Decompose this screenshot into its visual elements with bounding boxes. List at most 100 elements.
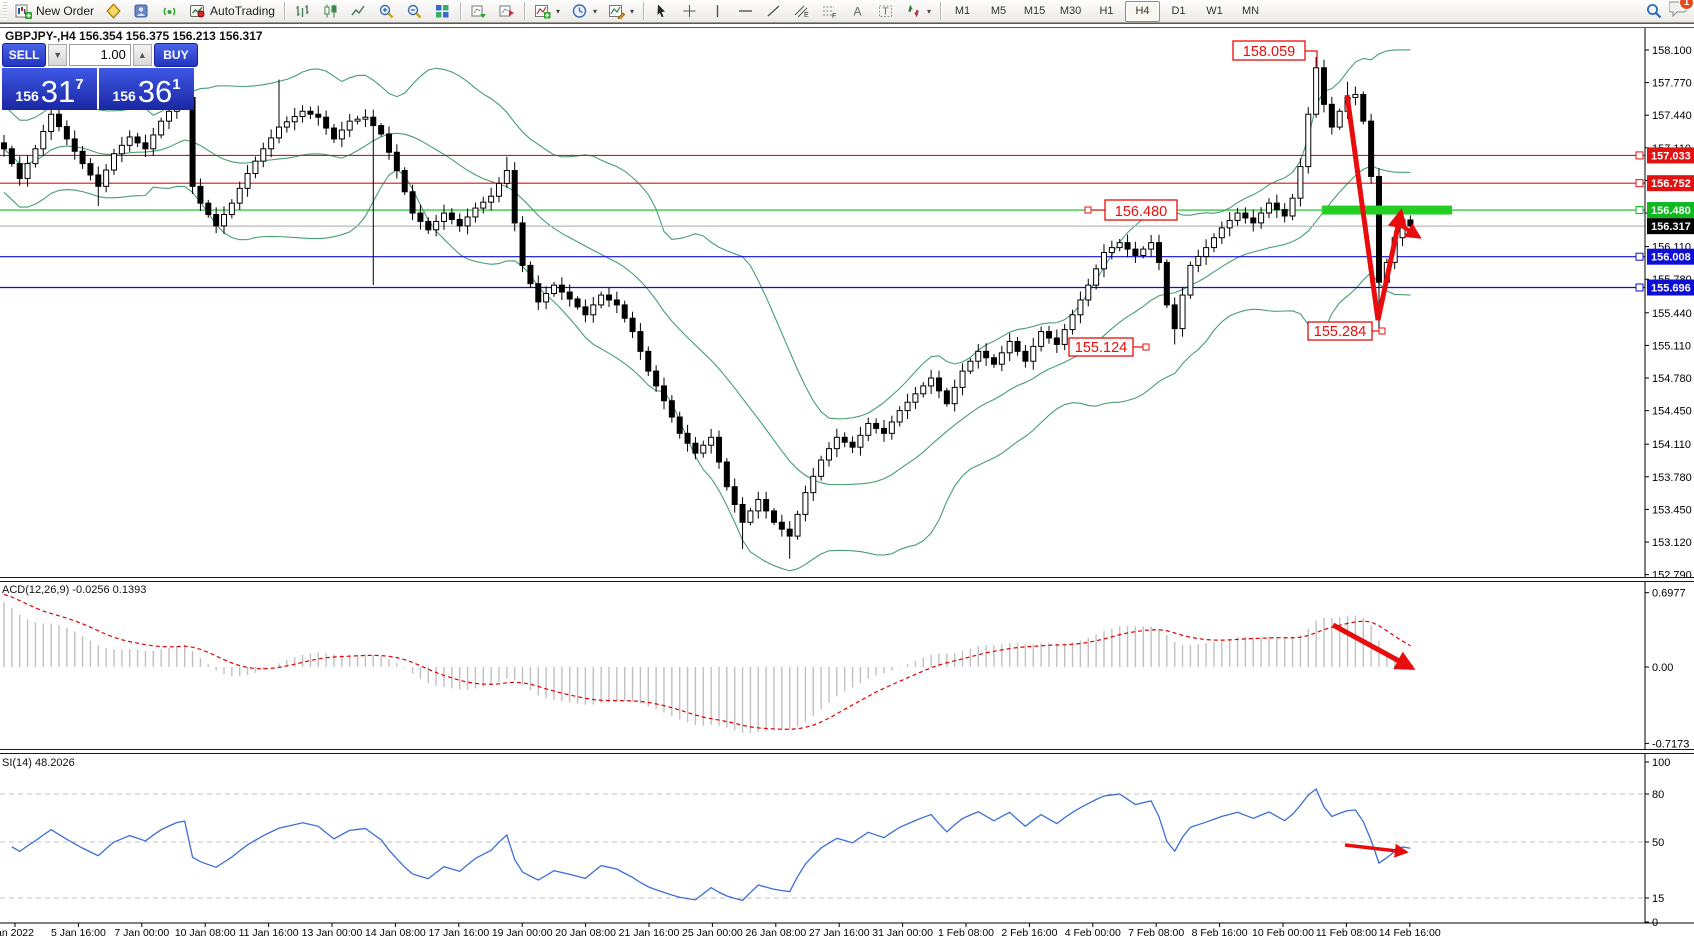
sell-button[interactable]: SELL	[2, 43, 46, 67]
timeframe-h1[interactable]: H1	[1089, 1, 1124, 22]
chart-shift-button[interactable]	[493, 0, 520, 22]
new-order-label: New Order	[36, 4, 94, 18]
autotrading-button[interactable]: AutoTrading	[184, 0, 280, 22]
text-label-tool[interactable]: T	[872, 0, 899, 22]
chevron-down-icon: ▾	[556, 7, 560, 16]
timeframe-m5[interactable]: M5	[981, 1, 1016, 22]
one-click-trading-panel: SELL ▼ 1.00 ▲ BUY 156317 156361	[2, 44, 198, 110]
svg-text:156.008: 156.008	[1651, 252, 1691, 264]
svg-text:7 Feb 08:00: 7 Feb 08:00	[1128, 927, 1184, 939]
timeframe-m30[interactable]: M30	[1053, 1, 1088, 22]
arrows-icon	[905, 3, 922, 19]
sell-price-display[interactable]: 156317	[2, 68, 97, 110]
horizontal-line-tool[interactable]	[732, 0, 759, 22]
svg-text:154.450: 154.450	[1652, 406, 1692, 418]
autotrading-icon	[189, 3, 206, 19]
rsi-panel-separator[interactable]	[0, 749, 1694, 754]
timeframe-m1[interactable]: M1	[945, 1, 980, 22]
tile-windows-button[interactable]	[429, 0, 456, 22]
svg-text:7 Jan 00:00: 7 Jan 00:00	[114, 927, 169, 939]
channel-tool[interactable]: E	[788, 0, 815, 22]
chart-canvas[interactable]: 158.100157.770157.440157.110156.780156.4…	[0, 0, 1694, 941]
fibonacci-tool[interactable]: F	[816, 0, 843, 22]
timeframe-w1[interactable]: W1	[1197, 1, 1232, 22]
buy-price-big: 36	[138, 77, 172, 107]
timeframe-h4[interactable]: H4	[1125, 1, 1160, 22]
vertical-line-tool[interactable]	[704, 0, 731, 22]
svg-text:155.110: 155.110	[1652, 340, 1691, 352]
timeframe-m15[interactable]: M15	[1017, 1, 1052, 22]
notifications-button[interactable]: 1	[1669, 0, 1688, 22]
svg-text:19 Jan 00:00: 19 Jan 00:00	[492, 927, 553, 939]
svg-text:158.100: 158.100	[1652, 45, 1692, 57]
svg-text:10 Feb 00:00: 10 Feb 00:00	[1252, 927, 1314, 939]
buy-price-display[interactable]: 156361	[99, 68, 194, 110]
timeframe-mn[interactable]: MN	[1233, 1, 1268, 22]
chart-title: GBPJPY-,H4 156.354 156.375 156.213 156.3…	[5, 29, 263, 43]
periods-button[interactable]: ▾	[566, 0, 602, 22]
line-chart-button[interactable]	[345, 0, 372, 22]
macd-panel-separator[interactable]	[0, 577, 1694, 582]
svg-text:15: 15	[1652, 893, 1664, 905]
svg-text:0.6977: 0.6977	[1652, 588, 1686, 600]
arrows-tool[interactable]: ▾	[900, 0, 936, 22]
crosshair-tool[interactable]	[676, 0, 703, 22]
notification-count-badge: 1	[1679, 0, 1694, 10]
svg-text:14 Feb 16:00: 14 Feb 16:00	[1379, 927, 1441, 939]
timeframe-d1[interactable]: D1	[1161, 1, 1196, 22]
chevron-down-icon: ▾	[927, 7, 931, 16]
signals-button[interactable]	[156, 0, 183, 22]
buy-button[interactable]: BUY	[154, 43, 198, 67]
svg-text:155.696: 155.696	[1651, 283, 1691, 295]
svg-text:25 Jan 00:00: 25 Jan 00:00	[682, 927, 743, 939]
svg-text:157.440: 157.440	[1652, 110, 1692, 122]
volume-decrease-button[interactable]: ▼	[48, 44, 67, 66]
profile-button[interactable]	[128, 0, 155, 22]
cursor-tool[interactable]	[648, 0, 675, 22]
fibonacci-icon: F	[821, 3, 838, 19]
svg-text:20 Jan 08:00: 20 Jan 08:00	[555, 927, 616, 939]
svg-text:an 2022: an 2022	[0, 927, 34, 939]
market-sell-icon	[105, 3, 122, 19]
text-tool[interactable]: A	[844, 0, 871, 22]
bar-chart-button[interactable]	[289, 0, 316, 22]
rsi-indicator-label: SI(14) 48.2026	[2, 757, 75, 769]
svg-text:5 Jan 16:00: 5 Jan 16:00	[51, 927, 106, 939]
separator	[643, 2, 644, 20]
svg-text:17 Jan 16:00: 17 Jan 16:00	[428, 927, 489, 939]
svg-text:156.317: 156.317	[1651, 221, 1691, 233]
new-order-button[interactable]: New Order	[10, 0, 99, 22]
trendline-tool[interactable]	[760, 0, 787, 22]
separator	[460, 2, 461, 20]
svg-text:21 Jan 16:00: 21 Jan 16:00	[619, 927, 680, 939]
market-watch-button[interactable]	[100, 0, 127, 22]
svg-text:158.059: 158.059	[1243, 44, 1295, 60]
svg-text:153.120: 153.120	[1652, 537, 1692, 549]
indicators-button[interactable]: ▾	[529, 0, 565, 22]
templates-button[interactable]: ▾	[603, 0, 639, 22]
svg-text:27 Jan 16:00: 27 Jan 16:00	[809, 927, 870, 939]
svg-text:100: 100	[1652, 757, 1670, 769]
volume-input[interactable]: 1.00	[69, 44, 131, 66]
new-order-icon	[15, 3, 32, 19]
crosshair-icon	[681, 3, 698, 19]
candlestick-chart-button[interactable]	[317, 0, 344, 22]
svg-text:154.110: 154.110	[1652, 439, 1691, 451]
separator	[284, 2, 285, 20]
search-icon[interactable]	[1645, 2, 1663, 20]
buy-price-sup: 1	[172, 76, 180, 93]
svg-text:10 Jan 08:00: 10 Jan 08:00	[175, 927, 236, 939]
auto-scroll-button[interactable]	[465, 0, 492, 22]
zoom-out-button[interactable]	[401, 0, 428, 22]
svg-text:26 Jan 08:00: 26 Jan 08:00	[745, 927, 806, 939]
trendline-icon	[765, 3, 782, 19]
chevron-down-icon: ▾	[630, 7, 634, 16]
svg-text:153.780: 153.780	[1652, 472, 1692, 484]
periods-icon	[571, 3, 588, 19]
zoom-in-button[interactable]	[373, 0, 400, 22]
line-chart-icon	[350, 3, 367, 19]
volume-increase-button[interactable]: ▲	[133, 44, 152, 66]
cursor-icon	[653, 3, 670, 19]
zoom-out-icon	[406, 3, 423, 19]
candlestick-chart-icon	[322, 3, 339, 19]
